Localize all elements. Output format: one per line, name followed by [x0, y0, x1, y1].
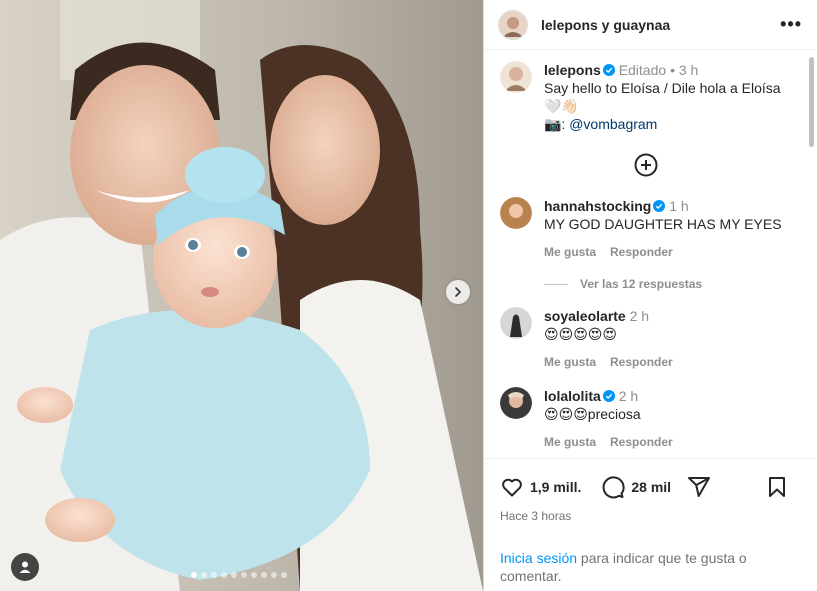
carousel-dot	[281, 572, 287, 578]
carousel-dot	[261, 572, 267, 578]
login-prompt: Inicia sesión para indicar que te gusta …	[500, 549, 801, 585]
author-avatar[interactable]	[500, 61, 532, 93]
comment: lolalolita 2 h 😍😍😍preciosa Me gusta Respo…	[500, 387, 791, 451]
verified-badge-icon	[602, 390, 615, 402]
caption: lelepons Editado • 3 h Say hello to Eloí…	[500, 61, 791, 133]
heart-icon[interactable]	[500, 475, 524, 499]
next-slide-button[interactable]	[446, 280, 470, 304]
carousel-dot	[221, 572, 227, 578]
post-footer: 1,9 mill. 28 mil Hace 3 horas Inicia ses…	[484, 458, 817, 585]
carousel-indicator	[191, 572, 287, 578]
caption-username[interactable]: lelepons	[544, 62, 601, 78]
caption-time[interactable]: 3 h	[679, 62, 698, 78]
chevron-right-icon	[455, 287, 462, 297]
caption-text-line2: 🤍👋🏻	[544, 98, 579, 114]
comments-scrollbar[interactable]	[808, 55, 815, 458]
carousel-dot	[231, 572, 237, 578]
comments-list[interactable]: lelepons Editado • 3 h Say hello to Eloí…	[484, 51, 807, 458]
reply-button[interactable]: Responder	[610, 355, 673, 369]
post-side-panel: lelepons y guaynaa ••• lelepons Editado …	[483, 0, 817, 591]
caption-credit: 📷: @vombagram	[544, 115, 791, 133]
commenter-username[interactable]: hannahstocking	[544, 198, 651, 214]
commenter-avatar[interactable]	[500, 197, 532, 229]
comment: soyaleolarte 2 h 😍😍😍😍😍 Me gusta Responder	[500, 307, 791, 371]
comment-text: MY GOD DAUGHTER HAS MY EYES	[544, 216, 782, 232]
camera-label: 📷:	[544, 116, 570, 132]
carousel-dot	[211, 572, 217, 578]
author-avatar[interactable]	[499, 10, 527, 39]
share-icon[interactable]	[687, 475, 711, 499]
view-replies-label: Ver las 12 respuestas	[580, 277, 703, 291]
edited-label: Editado	[618, 62, 667, 78]
carousel-dot	[251, 572, 257, 578]
comment-text: 😍😍😍😍😍	[544, 326, 617, 342]
replies-divider	[544, 283, 568, 285]
action-bar: 1,9 mill. 28 mil	[500, 459, 801, 515]
carousel-dot	[201, 572, 207, 578]
post-timestamp[interactable]: Hace 3 horas	[500, 509, 801, 523]
mention-link[interactable]: @vombagram	[569, 116, 657, 132]
post-media	[0, 0, 483, 591]
post-authors[interactable]: lelepons y guaynaa	[541, 17, 670, 33]
like-comment-button[interactable]: Me gusta	[544, 245, 596, 259]
caption-text-line1: Say hello to Eloísa / Dile hola a Eloísa	[544, 80, 781, 96]
post-photo	[0, 0, 483, 591]
user-icon	[19, 561, 31, 573]
plus-circle-icon	[634, 153, 657, 177]
comment-text: 😍😍😍preciosa	[544, 406, 641, 422]
carousel-dot	[271, 572, 277, 578]
commenter-username[interactable]: soyaleolarte	[544, 308, 626, 324]
comment-time[interactable]: 2 h	[619, 388, 638, 404]
commenter-username[interactable]: lolalolita	[544, 388, 601, 404]
comment-count[interactable]: 28 mil	[631, 479, 671, 495]
comment: hannahstocking 1 h MY GOD DAUGHTER HAS M…	[500, 197, 791, 261]
like-count[interactable]: 1,9 mill.	[530, 479, 581, 495]
comment-time[interactable]: 1 h	[669, 198, 688, 214]
like-comment-button[interactable]: Me gusta	[544, 355, 596, 369]
like-comment-button[interactable]: Me gusta	[544, 435, 596, 449]
bookmark-icon[interactable]	[765, 475, 789, 499]
more-options-icon[interactable]: •••	[780, 14, 802, 35]
tagged-users-button[interactable]	[11, 553, 39, 581]
caption-body: lelepons Editado • 3 h Say hello to Eloí…	[544, 61, 791, 133]
commenter-avatar[interactable]	[500, 387, 532, 419]
scrollbar-thumb[interactable]	[809, 57, 814, 147]
post-header: lelepons y guaynaa •••	[484, 0, 817, 50]
carousel-dot	[191, 572, 197, 578]
reply-button[interactable]: Responder	[610, 435, 673, 449]
comment-icon[interactable]	[601, 475, 625, 499]
separator-dot: •	[670, 62, 675, 78]
load-more-comments-button[interactable]	[500, 153, 791, 177]
view-replies-button[interactable]: Ver las 12 respuestas	[544, 277, 791, 291]
login-link[interactable]: Inicia sesión	[500, 550, 577, 566]
verified-badge-icon	[653, 200, 666, 212]
carousel-dot	[241, 572, 247, 578]
verified-badge-icon	[602, 64, 615, 76]
commenter-avatar[interactable]	[500, 307, 532, 339]
comment-time[interactable]: 2 h	[630, 308, 649, 324]
reply-button[interactable]: Responder	[610, 245, 673, 259]
